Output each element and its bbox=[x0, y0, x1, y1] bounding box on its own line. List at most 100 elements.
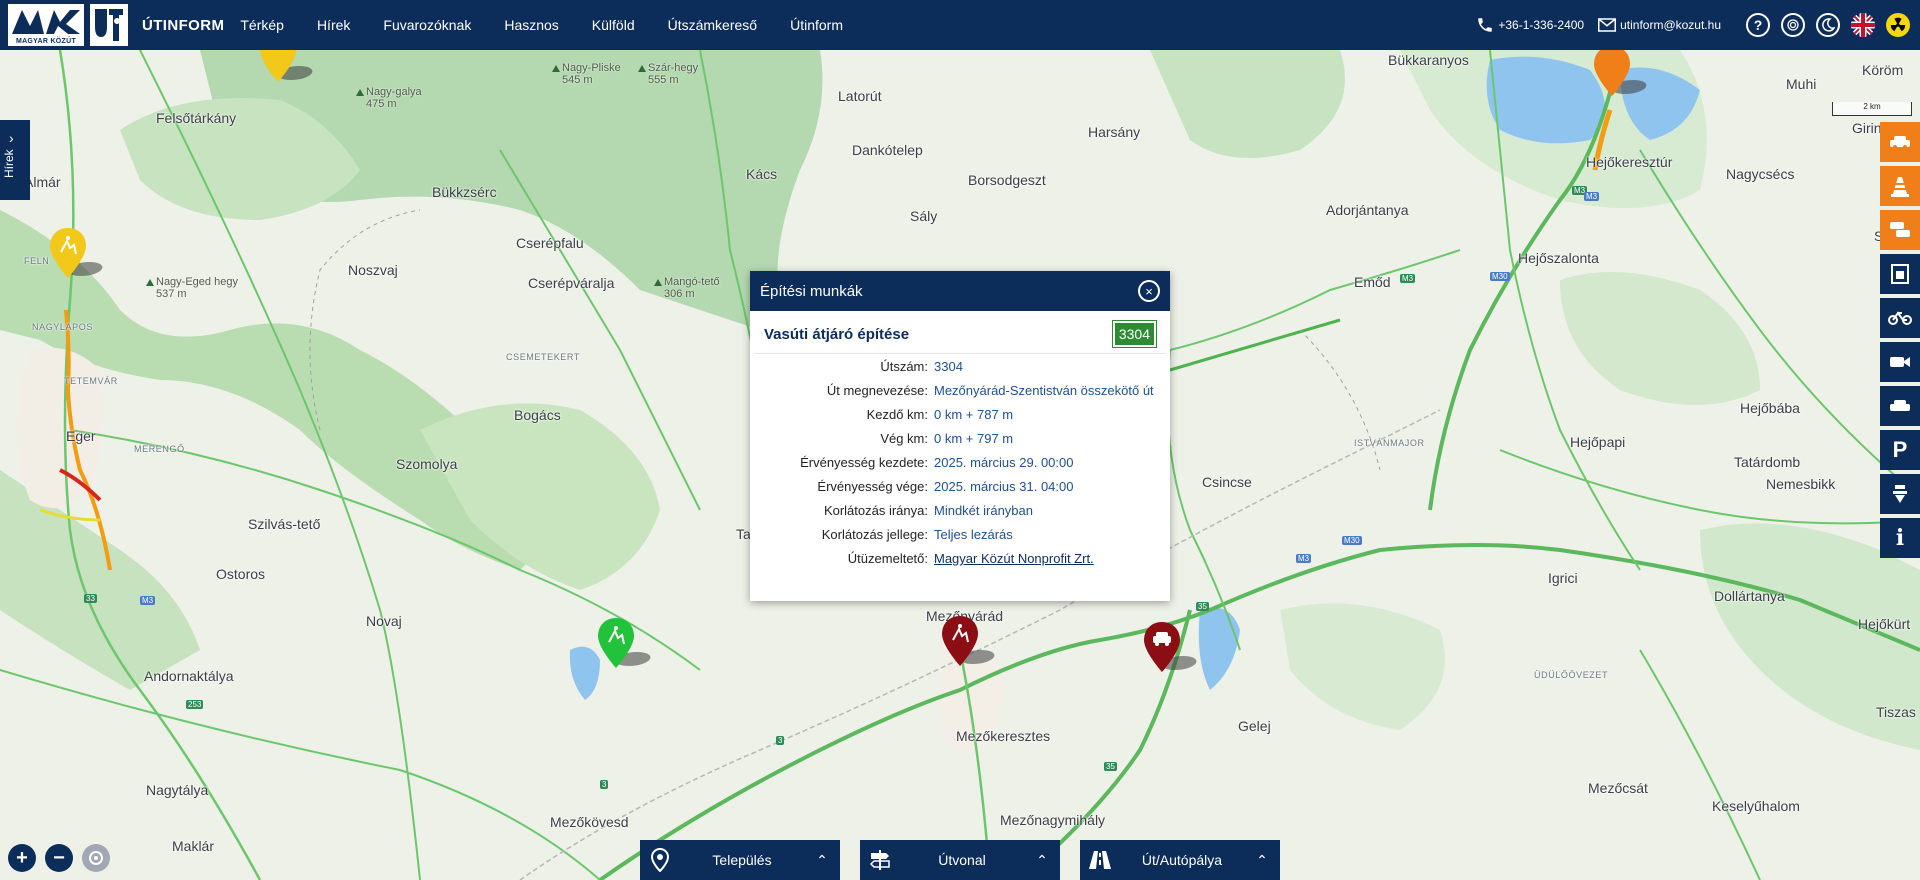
locality-label: TETEMVÁR bbox=[64, 376, 118, 386]
place-label: Hejőpapi bbox=[1570, 434, 1626, 450]
detail-row: Útüzemeltető: Magyar Közút Nonprofit Zrt. bbox=[760, 550, 1160, 567]
road-shield: M3 bbox=[140, 596, 156, 605]
road-shield: 33 bbox=[84, 594, 97, 603]
layer-accidents-button[interactable] bbox=[1880, 122, 1920, 162]
roadworks-marker[interactable] bbox=[48, 226, 107, 280]
language-button[interactable] bbox=[1851, 13, 1875, 37]
place-label: Emőd bbox=[1354, 274, 1391, 290]
minus-icon: − bbox=[53, 846, 65, 869]
roadworks-marker[interactable] bbox=[1592, 50, 1651, 98]
phone-contact[interactable]: +36-1-336-2400 bbox=[1476, 16, 1584, 34]
detail-row: Útszám: 3304 bbox=[880, 359, 963, 374]
email-contact[interactable]: utinform@kozut.hu bbox=[1598, 18, 1721, 32]
dark-mode-button[interactable] bbox=[1816, 13, 1840, 37]
layer-info-button[interactable]: i bbox=[1880, 518, 1920, 558]
accessibility-button[interactable] bbox=[1781, 13, 1805, 37]
road-shield: 35 bbox=[1196, 602, 1209, 611]
road-label: Út/Autópálya bbox=[1141, 852, 1223, 868]
parking-icon: P bbox=[1892, 437, 1908, 462]
settlement-label: Település bbox=[712, 852, 772, 868]
accident-marker[interactable] bbox=[1142, 620, 1201, 674]
road-shield: M30 bbox=[1342, 536, 1362, 545]
traffic-jam-icon bbox=[1890, 222, 1910, 237]
layer-parking-button[interactable]: P bbox=[1880, 430, 1920, 470]
chevron-up-icon: ⌃ bbox=[1256, 851, 1268, 868]
layer-car-button[interactable] bbox=[1880, 386, 1920, 426]
nav-utszamkereso[interactable]: Útszámkereső bbox=[668, 17, 757, 33]
nav-utinform[interactable]: Útinform bbox=[790, 17, 843, 33]
main-nav: Térkép Hírek Fuvarozóknak Hasznos Külföl… bbox=[240, 17, 876, 33]
plus-icon: + bbox=[16, 846, 28, 869]
place-label: Sály bbox=[910, 208, 938, 224]
place-label: Eger bbox=[66, 428, 96, 444]
nav-fuvarozoknak[interactable]: Fuvarozóknak bbox=[383, 17, 471, 33]
car-icon bbox=[1890, 400, 1910, 411]
selected-roadworks-marker[interactable] bbox=[940, 614, 999, 668]
map-scale: 2 km bbox=[1832, 102, 1912, 116]
news-side-tab[interactable]: › Hírek bbox=[0, 120, 30, 200]
place-label: Dankótelep bbox=[852, 142, 923, 158]
help-button[interactable]: ? bbox=[1746, 13, 1770, 37]
chevron-up-icon: ⌃ bbox=[1036, 851, 1048, 868]
layer-camera-button[interactable] bbox=[1880, 342, 1920, 382]
place-label: Ostoros bbox=[216, 566, 266, 582]
chevron-up-icon: ⌃ bbox=[816, 851, 828, 868]
locality-label: ÜDÜLŐÖVEZET bbox=[1534, 670, 1609, 680]
close-icon: × bbox=[1145, 283, 1153, 299]
locate-button[interactable] bbox=[82, 844, 110, 872]
settlement-search-bar[interactable]: Település ⌃ bbox=[640, 840, 840, 880]
place-label: Szilvás-tető bbox=[248, 516, 321, 532]
place-label: Felsőtárkány bbox=[156, 110, 237, 126]
nav-hasznos[interactable]: Hasznos bbox=[504, 17, 558, 33]
layer-roadworks-button[interactable] bbox=[1880, 166, 1920, 206]
place-label: Hejőkürt bbox=[1858, 616, 1911, 632]
place-label: Mezőcsát bbox=[1588, 780, 1648, 796]
event-popup: Építési munkák × Vasúti átjáró építése 3… bbox=[750, 271, 1170, 601]
layer-bicycle-button[interactable] bbox=[1880, 298, 1920, 338]
moon-icon bbox=[1822, 18, 1835, 32]
place-label: Igrici bbox=[1548, 570, 1578, 586]
locality-label: CSEMETEKERT bbox=[506, 352, 580, 362]
place-label: Cserépváralja bbox=[528, 275, 615, 291]
roadworks-marker[interactable] bbox=[596, 616, 655, 670]
layer-panel: P i bbox=[1880, 122, 1920, 562]
magyar-kozut-logo[interactable]: MAGYAR KÖZÚT bbox=[8, 4, 84, 46]
phone-number: +36-1-336-2400 bbox=[1498, 18, 1585, 32]
route-search-bar[interactable]: Útvonal ⌃ bbox=[860, 840, 1060, 880]
detail-row: Érvényesség kezdete: 2025. március 29. 00… bbox=[800, 455, 1074, 470]
nav-terkep[interactable]: Térkép bbox=[240, 17, 284, 33]
radiation-button[interactable] bbox=[1886, 13, 1910, 37]
nav-hirek[interactable]: Hírek bbox=[317, 17, 350, 33]
place-label: Muhi bbox=[1786, 76, 1817, 92]
bicycle-icon bbox=[1888, 311, 1912, 325]
location-pin-icon bbox=[651, 848, 669, 872]
place-label: Gelej bbox=[1238, 718, 1271, 734]
road-number-badge: 3304 bbox=[1111, 320, 1158, 348]
help-icon: ? bbox=[1753, 17, 1763, 33]
place-label: Kács bbox=[746, 166, 778, 182]
fingerprint-icon bbox=[1787, 19, 1799, 31]
zoom-in-button[interactable]: + bbox=[8, 844, 36, 872]
logo-caption: MAGYAR KÖZÚT bbox=[15, 38, 77, 45]
operator-link[interactable]: Magyar Közút Nonprofit Zrt. bbox=[934, 550, 1160, 567]
car-accident-icon bbox=[1890, 136, 1910, 149]
news-tab-label: Hírek bbox=[2, 149, 16, 178]
locality-label: ISTVÁNMAJOR bbox=[1354, 438, 1425, 448]
rest-area-icon bbox=[1893, 485, 1907, 503]
layer-traffic-button[interactable] bbox=[1880, 210, 1920, 250]
peak-label: Mangó-tető 306 m bbox=[654, 276, 720, 300]
nav-kulfold[interactable]: Külföld bbox=[592, 17, 635, 33]
layer-restarea-button[interactable] bbox=[1880, 474, 1920, 514]
utinform-logo[interactable] bbox=[90, 4, 128, 46]
road-shield: M3 bbox=[1400, 274, 1416, 283]
brand-title[interactable]: ÚTINFORM bbox=[142, 17, 224, 34]
layer-border-button[interactable] bbox=[1880, 254, 1920, 294]
place-label: Cserépfalu bbox=[516, 235, 584, 251]
road-search-bar[interactable]: Út/Autópálya ⌃ bbox=[1080, 840, 1280, 880]
roadworks-marker[interactable] bbox=[258, 50, 317, 84]
place-label: Mezőnagymihály bbox=[1000, 812, 1106, 828]
zoom-out-button[interactable]: − bbox=[45, 844, 73, 872]
close-popup-button[interactable]: × bbox=[1138, 280, 1160, 302]
place-label: Szomolya bbox=[396, 456, 458, 472]
roadworks-cone-icon bbox=[1891, 177, 1909, 197]
